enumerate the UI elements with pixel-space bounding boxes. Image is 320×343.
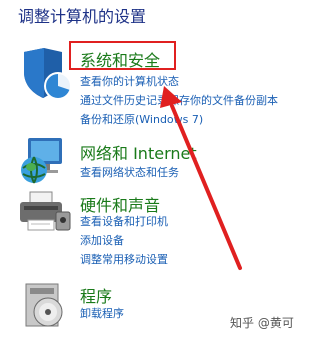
watermark: 知乎 @黄可 bbox=[230, 316, 294, 330]
annotation-arrow bbox=[160, 86, 242, 270]
